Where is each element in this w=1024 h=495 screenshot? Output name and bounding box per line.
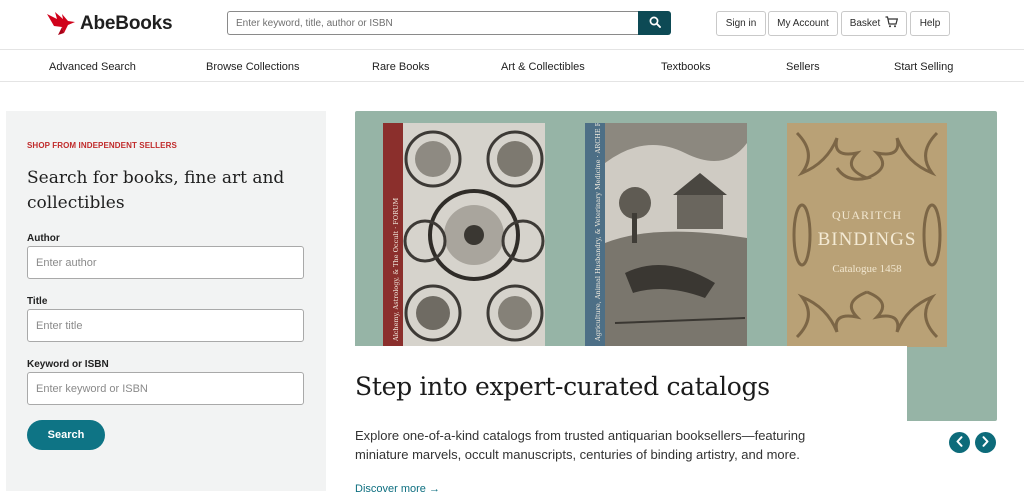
nav-art-collectibles[interactable]: Art & Collectibles bbox=[501, 61, 585, 73]
book-title-quaritch: QUARITCH bbox=[832, 208, 902, 222]
book-spine-text: Alchemy, Astrology, & The Occult · FORUM bbox=[392, 197, 400, 341]
book-title-catalogue: Catalogue 1458 bbox=[832, 263, 902, 275]
search-icon bbox=[649, 16, 661, 31]
title-input[interactable] bbox=[27, 309, 304, 342]
author-input[interactable] bbox=[27, 246, 304, 279]
cart-icon bbox=[880, 16, 899, 31]
search-panel: SHOP FROM INDEPENDENT SELLERS Search for… bbox=[6, 111, 326, 491]
carousel-next-button[interactable] bbox=[975, 432, 996, 453]
title-label: Title bbox=[27, 296, 48, 307]
hero-card: Step into expert-curated catalogs Explor… bbox=[355, 346, 907, 495]
sign-in-button[interactable]: Sign in bbox=[716, 11, 766, 36]
keyword-label: Keyword or ISBN bbox=[27, 359, 109, 370]
basket-label: Basket bbox=[849, 18, 881, 29]
logo-text: AbeBooks bbox=[80, 13, 173, 34]
nav-rare-books[interactable]: Rare Books bbox=[372, 61, 429, 73]
book-cover-occult: Alchemy, Astrology, & The Occult · FORUM bbox=[383, 123, 545, 347]
nav-start-selling[interactable]: Start Selling bbox=[894, 61, 953, 73]
discover-more-link[interactable]: Discover more → bbox=[355, 483, 440, 495]
header-search bbox=[227, 11, 671, 35]
nav-sellers[interactable]: Sellers bbox=[786, 61, 820, 73]
main-nav: Advanced Search Browse Collections Rare … bbox=[0, 51, 1024, 82]
nav-advanced-search[interactable]: Advanced Search bbox=[49, 61, 136, 73]
header-search-input[interactable] bbox=[227, 11, 639, 35]
book-spine: Alchemy, Astrology, & The Occult · FORUM bbox=[383, 123, 403, 347]
nav-browse-collections[interactable]: Browse Collections bbox=[206, 61, 300, 73]
book-cover-bindings: QUARITCH BINDINGS Catalogue 1458 bbox=[787, 123, 947, 347]
hero-description: Explore one-of-a-kind catalogs from trus… bbox=[355, 428, 806, 462]
logo-bird-icon bbox=[46, 11, 76, 37]
book-spine: Agriculture, Animal Husbandry, & Veterin… bbox=[585, 123, 605, 347]
carousel-prev-button[interactable] bbox=[949, 432, 970, 453]
header-search-button[interactable] bbox=[638, 11, 671, 35]
nav-textbooks[interactable]: Textbooks bbox=[661, 61, 711, 73]
chevron-right-icon bbox=[981, 434, 990, 452]
engraving-illustration bbox=[605, 123, 747, 347]
sign-in-label: Sign in bbox=[725, 18, 757, 29]
my-account-label: My Account bbox=[777, 18, 829, 29]
book-title-bindings: BINDINGS bbox=[817, 229, 917, 250]
site-header: AbeBooks Sign in My Account Basket Help bbox=[0, 0, 1024, 50]
logo[interactable]: AbeBooks bbox=[46, 9, 173, 39]
basket-button[interactable]: Basket bbox=[841, 11, 907, 36]
author-label: Author bbox=[27, 233, 60, 244]
book-spine-text: Agriculture, Animal Husbandry, & Veterin… bbox=[594, 123, 602, 341]
book-cover-agriculture: Agriculture, Animal Husbandry, & Veterin… bbox=[585, 123, 747, 347]
keyword-input[interactable] bbox=[27, 372, 304, 405]
panel-search-button[interactable]: Search bbox=[27, 420, 105, 450]
chevron-left-icon bbox=[955, 434, 964, 452]
panel-title: Search for books, fine art and collectib… bbox=[27, 168, 285, 213]
help-label: Help bbox=[919, 18, 941, 29]
hero-headline: Step into expert-curated catalogs bbox=[355, 372, 770, 401]
help-button[interactable]: Help bbox=[910, 11, 950, 36]
engraving-illustration bbox=[403, 123, 545, 347]
panel-kicker: SHOP FROM INDEPENDENT SELLERS bbox=[27, 141, 177, 150]
my-account-button[interactable]: My Account bbox=[768, 11, 838, 36]
